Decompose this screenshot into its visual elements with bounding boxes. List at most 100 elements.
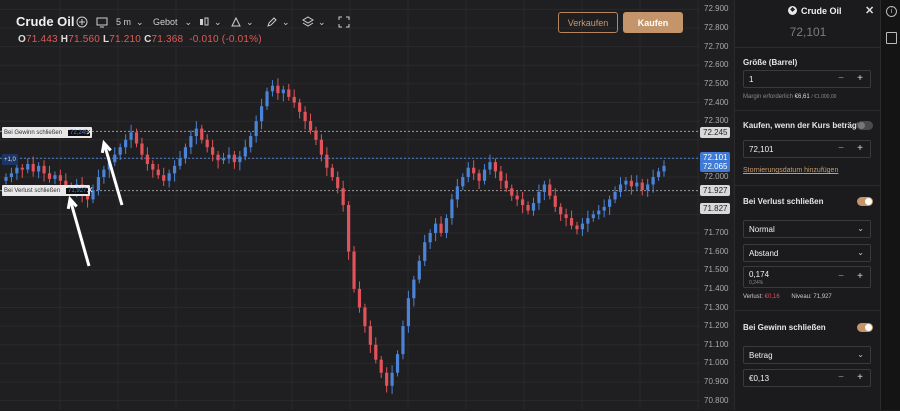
take-profit-line-label[interactable]: Bei Gewinn schließen 72,245 bbox=[2, 127, 93, 138]
candle-body bbox=[423, 242, 427, 261]
candle-body bbox=[162, 175, 166, 181]
price-axis-tick: 70.900 bbox=[704, 377, 729, 387]
price-axis-tick: 71.600 bbox=[704, 246, 729, 256]
chevron-down-icon: ⌄ bbox=[184, 16, 193, 27]
minus-icon[interactable]: − bbox=[838, 73, 844, 84]
limit-section: Kaufen, wenn der Kurs beträgt 72,101 − +… bbox=[735, 110, 881, 186]
candle-body bbox=[265, 91, 269, 107]
chevron-down-icon: ⌄ bbox=[318, 16, 326, 27]
add-indicator-icon[interactable] bbox=[76, 12, 88, 32]
candle-body bbox=[85, 195, 90, 200]
chevron-down-icon: ⌄ bbox=[246, 16, 254, 27]
plus-icon[interactable]: + bbox=[857, 271, 863, 282]
stop-loss-type-select[interactable]: Normal ⌄ bbox=[743, 220, 871, 238]
screen-icon[interactable] bbox=[96, 12, 108, 32]
candle-body bbox=[395, 354, 400, 373]
chart-area[interactable]: Crude Oil 5 m ⌄ Gebot ⌄ ⌄ ⌄ ⌄ ⌄ O71.443 … bbox=[0, 0, 734, 410]
stop-loss-mode-select[interactable]: Abstand ⌄ bbox=[743, 244, 871, 262]
candle-body bbox=[379, 359, 383, 373]
candle-body bbox=[9, 173, 14, 178]
candle-body bbox=[325, 154, 329, 168]
size-stepper[interactable]: 1 − + bbox=[743, 70, 871, 88]
buy-when-label: Kaufen, wenn der Kurs beträgt bbox=[743, 121, 860, 130]
minus-icon[interactable]: − bbox=[838, 143, 844, 154]
candle-body bbox=[20, 167, 24, 170]
position-size-label[interactable]: +1,0 bbox=[2, 154, 18, 165]
candle-type-icon[interactable]: ⌄ bbox=[198, 12, 222, 32]
close-icon[interactable]: ✕ bbox=[86, 185, 94, 196]
candle-body bbox=[499, 171, 503, 181]
candle-body bbox=[526, 205, 530, 211]
candle-body bbox=[118, 147, 122, 155]
plus-icon[interactable]: + bbox=[857, 73, 863, 84]
price-type-select[interactable]: Gebot ⌄ bbox=[153, 12, 192, 32]
candle-body bbox=[640, 182, 644, 191]
candle-body bbox=[417, 260, 421, 280]
buy-button[interactable]: Kaufen bbox=[623, 12, 683, 33]
candle-body bbox=[569, 218, 574, 226]
buy-when-stepper[interactable]: 72,101 − + bbox=[743, 140, 871, 158]
pencil-icon[interactable]: ⌄ bbox=[266, 12, 290, 32]
candle-body bbox=[189, 136, 193, 148]
candle-body bbox=[15, 167, 19, 174]
candle-body bbox=[510, 188, 514, 196]
size-label: Größe (Barrel) bbox=[743, 58, 798, 67]
candle-body bbox=[167, 173, 171, 181]
fullscreen-icon[interactable] bbox=[338, 12, 350, 32]
candle-body bbox=[477, 173, 481, 181]
candle-body bbox=[608, 199, 612, 207]
price-axis-tick: 70.800 bbox=[704, 395, 729, 405]
price-axis-tick: 71.500 bbox=[704, 265, 729, 275]
minus-icon[interactable]: − bbox=[838, 372, 844, 383]
sell-button[interactable]: Verkaufen bbox=[558, 12, 618, 33]
stop-loss-line-label[interactable]: Bei Verlust schließen 71,927 bbox=[2, 185, 91, 196]
candle-body bbox=[412, 279, 416, 299]
chevron-down-icon: ⌄ bbox=[857, 224, 864, 233]
expiry-date-link[interactable]: Stornierungsdatum hinzufügen bbox=[743, 167, 838, 174]
price-axis-tick: 72.600 bbox=[704, 60, 729, 70]
plus-icon[interactable]: + bbox=[857, 143, 863, 154]
take-profit-toggle[interactable] bbox=[857, 323, 873, 332]
price-axis-tick: 71.300 bbox=[704, 302, 729, 312]
candle-body bbox=[200, 128, 204, 140]
candle-body bbox=[249, 136, 253, 148]
stop-loss-distance-stepper[interactable]: 0,174 0,24% − + bbox=[743, 266, 871, 288]
layers-icon[interactable]: ⌄ bbox=[302, 12, 326, 32]
minus-icon[interactable]: − bbox=[838, 271, 844, 282]
plus-icon[interactable]: + bbox=[857, 372, 863, 383]
candle-body bbox=[488, 162, 492, 170]
candle-body bbox=[428, 232, 432, 243]
price-axis-tick: 72.300 bbox=[704, 116, 729, 126]
candle-body bbox=[298, 102, 302, 112]
candle-body bbox=[461, 177, 465, 187]
candle-body bbox=[656, 171, 661, 178]
candle-body bbox=[292, 96, 296, 103]
interval-select[interactable]: 5 m ⌄ bbox=[116, 12, 144, 32]
bid-price-tag: 72.065 bbox=[700, 161, 731, 172]
price-axis-tick: 71.200 bbox=[704, 321, 729, 331]
close-icon[interactable]: ✕ bbox=[865, 4, 874, 17]
candle-body bbox=[504, 180, 508, 189]
candle-body bbox=[303, 111, 307, 122]
stop-loss-section: Bei Verlust schließen Normal ⌄ Abstand ⌄ 0… bbox=[735, 185, 881, 311]
drawing-tools-icon[interactable]: ⌄ bbox=[230, 12, 254, 32]
price-chart[interactable] bbox=[0, 0, 734, 410]
candle-body bbox=[385, 372, 389, 386]
buy-when-toggle[interactable] bbox=[857, 121, 873, 130]
candle-body bbox=[482, 169, 487, 181]
candle-body bbox=[4, 177, 8, 181]
candle-body bbox=[129, 132, 133, 140]
info-icon[interactable]: i bbox=[886, 6, 897, 17]
stop-loss-toggle[interactable] bbox=[857, 197, 873, 206]
candle-body bbox=[151, 164, 155, 170]
candle-body bbox=[96, 177, 101, 191]
take-profit-label: Bei Gewinn schließen bbox=[743, 323, 826, 332]
take-profit-mode-select[interactable]: Betrag ⌄ bbox=[743, 346, 871, 364]
take-profit-amount-stepper[interactable]: €0,13 − + bbox=[743, 369, 871, 387]
notes-icon[interactable] bbox=[886, 32, 897, 44]
candle-body bbox=[259, 106, 264, 122]
close-icon[interactable]: ✕ bbox=[86, 127, 94, 138]
candle-body bbox=[346, 205, 351, 252]
candle-body bbox=[374, 344, 378, 360]
position-price-tag: 71.827 bbox=[700, 203, 731, 214]
